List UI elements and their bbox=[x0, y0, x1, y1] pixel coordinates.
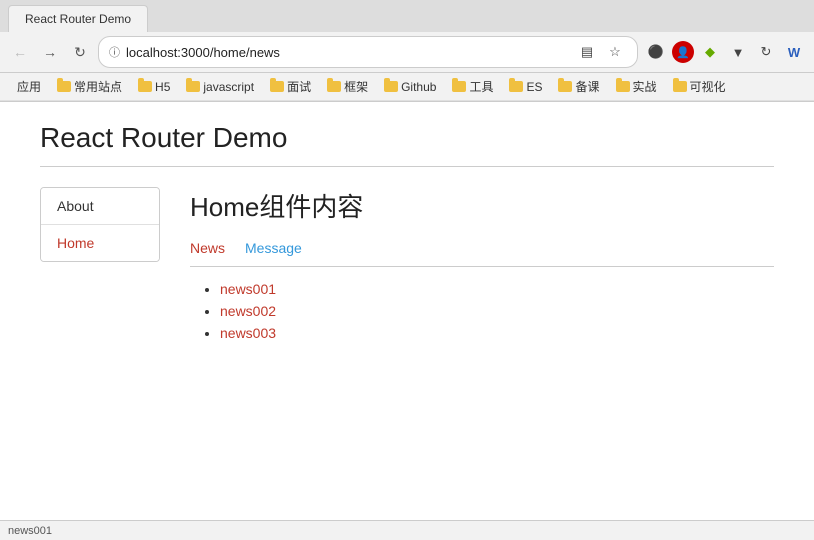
browser-tabs: React Router Demo bbox=[0, 0, 814, 32]
tab-title: React Router Demo bbox=[25, 12, 131, 26]
sub-divider bbox=[190, 266, 774, 267]
info-icon: ⓘ bbox=[109, 44, 120, 60]
folder-icon bbox=[327, 81, 341, 92]
subnav-news-label: News bbox=[190, 240, 225, 256]
list-item: news001 bbox=[220, 281, 774, 297]
bookmark-interview[interactable]: 面试 bbox=[264, 76, 317, 97]
folder-icon bbox=[616, 81, 630, 92]
news001-link[interactable]: news001 bbox=[220, 281, 276, 297]
app-title: React Router Demo bbox=[40, 122, 774, 154]
bookmark-framework-label: 框架 bbox=[344, 78, 368, 95]
down-arrow-icon[interactable]: ▼ bbox=[726, 40, 750, 64]
bookmark-github[interactable]: Github bbox=[378, 78, 442, 96]
bookmark-h5[interactable]: H5 bbox=[132, 78, 176, 96]
bookmark-tools[interactable]: 工具 bbox=[446, 76, 499, 97]
url-text: localhost:3000/home/news bbox=[126, 45, 569, 60]
main-layout: About Home Home组件内容 News Message bbox=[40, 187, 774, 347]
bookmark-common-label: 常用站点 bbox=[74, 78, 122, 95]
back-icon: ← bbox=[13, 44, 27, 60]
component-title: Home组件内容 bbox=[190, 187, 774, 224]
subnav-news[interactable]: News bbox=[190, 240, 225, 256]
feedly-icon[interactable]: ◆ bbox=[698, 40, 722, 64]
list-item: news003 bbox=[220, 325, 774, 341]
bookmark-apps[interactable]: ⁢⁢⁢ 应用 bbox=[8, 76, 47, 97]
bookmark-framework[interactable]: 框架 bbox=[321, 76, 374, 97]
sidebar-nav: About Home bbox=[40, 187, 160, 262]
sidebar-home-label: Home bbox=[57, 235, 94, 251]
bookmark-backup[interactable]: 备课 bbox=[552, 76, 605, 97]
bookmark-visual-label: 可视化 bbox=[690, 78, 726, 95]
sidebar-item-home[interactable]: Home bbox=[41, 225, 159, 261]
forward-button[interactable]: → bbox=[38, 40, 62, 64]
reload-icon: ↻ bbox=[74, 44, 86, 61]
star-icon[interactable]: ☆ bbox=[603, 40, 627, 64]
subnav-message[interactable]: Message bbox=[245, 240, 302, 256]
folder-icon bbox=[558, 81, 572, 92]
bookmark-interview-label: 面试 bbox=[287, 78, 311, 95]
main-area: Home组件内容 News Message news001 news002 bbox=[160, 187, 774, 347]
folder-icon bbox=[673, 81, 687, 92]
bookmark-github-label: Github bbox=[401, 80, 436, 94]
sync-icon[interactable]: ↻ bbox=[754, 40, 778, 64]
toolbar-icons: ⚫ 👤 ◆ ▼ ↻ W bbox=[644, 40, 806, 64]
folder-icon bbox=[186, 81, 200, 92]
bookmark-apps-label: 应用 bbox=[17, 78, 41, 95]
browser-chrome: React Router Demo ← → ↻ ⓘ localhost:3000… bbox=[0, 0, 814, 102]
bookmark-visual[interactable]: 可视化 bbox=[667, 76, 732, 97]
folder-icon bbox=[270, 81, 284, 92]
sub-nav: News Message bbox=[190, 240, 774, 256]
forward-icon: → bbox=[43, 44, 57, 60]
news002-link[interactable]: news002 bbox=[220, 303, 276, 319]
bookmark-javascript[interactable]: javascript bbox=[180, 78, 260, 96]
browser-tab-active[interactable]: React Router Demo bbox=[8, 5, 148, 32]
bookmark-tools-label: 工具 bbox=[469, 78, 493, 95]
folder-icon bbox=[138, 81, 152, 92]
status-text: news001 bbox=[8, 525, 52, 537]
sidebar-item-about[interactable]: About bbox=[41, 188, 159, 225]
bookmark-practice[interactable]: 实战 bbox=[610, 76, 663, 97]
word-icon[interactable]: W bbox=[782, 40, 806, 64]
news003-link[interactable]: news003 bbox=[220, 325, 276, 341]
folder-icon bbox=[57, 81, 71, 92]
folder-icon bbox=[509, 81, 523, 92]
bookmark-es-label: ES bbox=[526, 80, 542, 94]
bookmark-backup-label: 备课 bbox=[575, 78, 599, 95]
bookmark-es[interactable]: ES bbox=[503, 78, 548, 96]
reload-button[interactable]: ↻ bbox=[68, 40, 92, 64]
back-button[interactable]: ← bbox=[8, 40, 32, 64]
bookmark-h5-label: H5 bbox=[155, 80, 170, 94]
screenshot-icon[interactable]: ▤ bbox=[575, 40, 599, 64]
address-actions: ▤ ☆ bbox=[575, 40, 627, 64]
list-item: news002 bbox=[220, 303, 774, 319]
status-bar: news001 bbox=[0, 520, 814, 540]
sidebar-about-label: About bbox=[57, 198, 94, 214]
bookmark-common[interactable]: 常用站点 bbox=[51, 76, 128, 97]
news-list: news001 news002 news003 bbox=[190, 281, 774, 341]
bookmark-js-label: javascript bbox=[203, 80, 254, 94]
folder-icon bbox=[384, 81, 398, 92]
bookmark-practice-label: 实战 bbox=[633, 78, 657, 95]
avatar-icon[interactable]: 👤 bbox=[672, 41, 694, 63]
browser-toolbar: ← → ↻ ⓘ localhost:3000/home/news ▤ ☆ ⚫ 👤… bbox=[0, 32, 814, 73]
title-divider bbox=[40, 166, 774, 167]
extensions-icon[interactable]: ⚫ bbox=[644, 40, 668, 64]
folder-icon bbox=[452, 81, 466, 92]
bookmarks-bar: ⁢⁢⁢ 应用 常用站点 H5 javascript 面试 框架 Github bbox=[0, 73, 814, 101]
page-content: React Router Demo About Home Home组件内容 Ne… bbox=[0, 102, 814, 502]
subnav-message-label: Message bbox=[245, 240, 302, 256]
address-bar[interactable]: ⓘ localhost:3000/home/news ▤ ☆ bbox=[98, 36, 638, 68]
